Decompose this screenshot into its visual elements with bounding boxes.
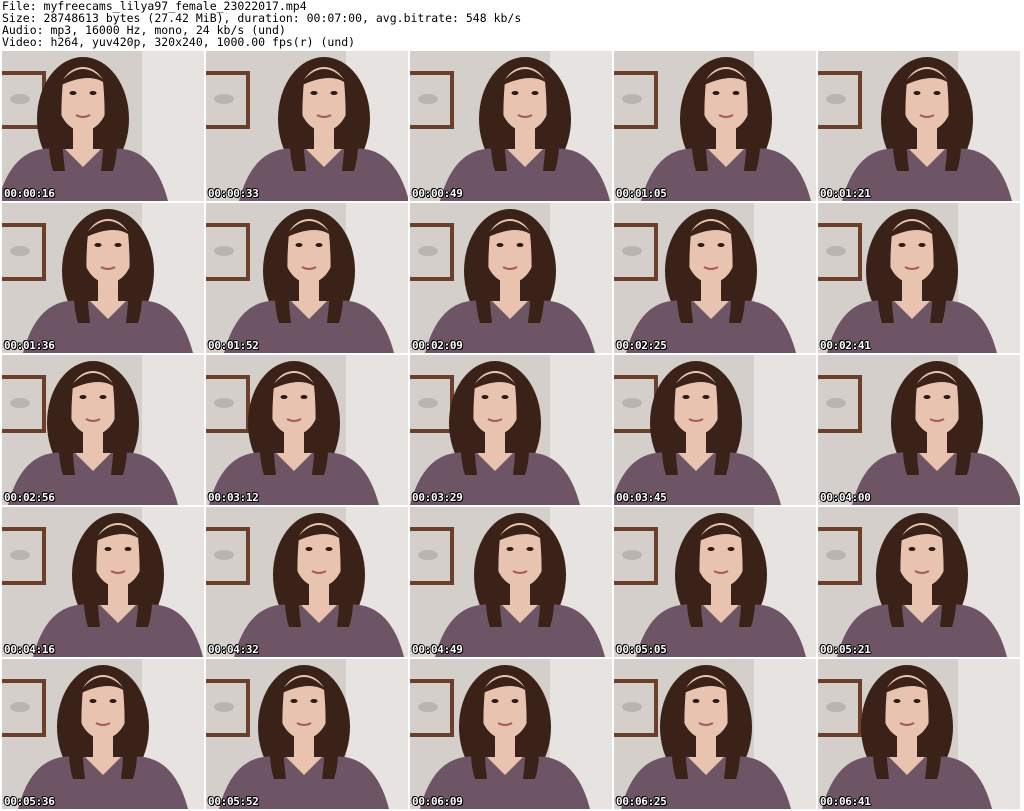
thumbnail-frame-image bbox=[818, 355, 1020, 505]
video-thumbnail: 00:04:49 bbox=[410, 507, 612, 657]
video-thumbnail: 00:02:25 bbox=[614, 203, 816, 353]
thumbnail-timestamp: 00:04:32 bbox=[208, 643, 259, 656]
thumbnail-frame-image bbox=[2, 51, 204, 201]
video-thumbnail: 00:00:33 bbox=[206, 51, 408, 201]
thumbnail-frame-image bbox=[410, 659, 612, 809]
video-thumbnail: 00:05:21 bbox=[818, 507, 1020, 657]
video-line: Video: h264, yuv420p, 320x240, 1000.00 f… bbox=[2, 35, 356, 49]
thumbnail-grid: 00:00:16 00:00:33 00:00:49 00:01:05 00:01:21… bbox=[2, 51, 1022, 811]
thumbnail-frame-image bbox=[818, 51, 1020, 201]
video-thumbnail: 00:05:36 bbox=[2, 659, 204, 809]
video-thumbnail: 00:06:09 bbox=[410, 659, 612, 809]
thumbnail-timestamp: 00:01:52 bbox=[208, 339, 259, 352]
thumbnail-frame-image bbox=[206, 203, 408, 353]
thumbnail-timestamp: 00:00:16 bbox=[4, 187, 55, 200]
thumbnail-frame-image bbox=[410, 507, 612, 657]
thumbnail-timestamp: 00:02:09 bbox=[412, 339, 463, 352]
video-thumbnail: 00:03:45 bbox=[614, 355, 816, 505]
thumbnail-frame-image bbox=[614, 203, 816, 353]
thumbnail-timestamp: 00:02:56 bbox=[4, 491, 55, 504]
video-thumbnail: 00:01:05 bbox=[614, 51, 816, 201]
thumbnail-timestamp: 00:00:49 bbox=[412, 187, 463, 200]
thumbnail-frame-image bbox=[410, 51, 612, 201]
thumbnail-frame-image bbox=[206, 355, 408, 505]
thumbnail-frame-image bbox=[614, 659, 816, 809]
video-thumbnail: 00:00:16 bbox=[2, 51, 204, 201]
thumbnail-timestamp: 00:02:41 bbox=[820, 339, 871, 352]
video-thumbnail: 00:03:29 bbox=[410, 355, 612, 505]
video-thumbnail: 00:06:25 bbox=[614, 659, 816, 809]
thumbnail-frame-image bbox=[410, 355, 612, 505]
thumbnail-frame-image bbox=[206, 507, 408, 657]
thumbnail-frame-image bbox=[2, 659, 204, 809]
thumbnail-timestamp: 00:01:21 bbox=[820, 187, 871, 200]
video-thumbnail: 00:00:49 bbox=[410, 51, 612, 201]
thumbnail-timestamp: 00:01:05 bbox=[616, 187, 667, 200]
video-thumbnail: 00:06:41 bbox=[818, 659, 1020, 809]
thumbnail-frame-image bbox=[2, 203, 204, 353]
video-thumbnail: 00:02:56 bbox=[2, 355, 204, 505]
video-thumbnail: 00:05:52 bbox=[206, 659, 408, 809]
thumbnail-timestamp: 00:06:09 bbox=[412, 795, 463, 808]
thumbnail-frame-image bbox=[818, 659, 1020, 809]
thumbnail-timestamp: 00:04:49 bbox=[412, 643, 463, 656]
video-thumbnail: 00:01:52 bbox=[206, 203, 408, 353]
thumbnail-timestamp: 00:06:25 bbox=[616, 795, 667, 808]
video-thumbnail: 00:04:16 bbox=[2, 507, 204, 657]
thumbnail-timestamp: 00:03:29 bbox=[412, 491, 463, 504]
thumbnail-timestamp: 00:04:16 bbox=[4, 643, 55, 656]
thumbnail-timestamp: 00:05:36 bbox=[4, 795, 55, 808]
thumbnail-timestamp: 00:04:00 bbox=[820, 491, 871, 504]
thumbnail-timestamp: 00:00:33 bbox=[208, 187, 259, 200]
thumbnail-timestamp: 00:02:25 bbox=[616, 339, 667, 352]
thumbnail-frame-image bbox=[614, 355, 816, 505]
thumbnail-frame-image bbox=[614, 51, 816, 201]
video-thumbnail: 00:01:36 bbox=[2, 203, 204, 353]
thumbnail-frame-image bbox=[818, 507, 1020, 657]
thumbnail-frame-image bbox=[818, 203, 1020, 353]
thumbnail-timestamp: 00:06:41 bbox=[820, 795, 871, 808]
thumbnail-frame-image bbox=[2, 355, 204, 505]
thumbnail-frame-image bbox=[2, 507, 204, 657]
file-info-header: File: myfreecams_lilya97_female_23022017… bbox=[2, 0, 1022, 50]
thumbnail-frame-image bbox=[206, 659, 408, 809]
video-thumbnail: 00:03:12 bbox=[206, 355, 408, 505]
video-thumbnail: 00:02:09 bbox=[410, 203, 612, 353]
thumbnail-timestamp: 00:03:12 bbox=[208, 491, 259, 504]
thumbnail-timestamp: 00:01:36 bbox=[4, 339, 55, 352]
video-thumbnail: 00:04:32 bbox=[206, 507, 408, 657]
video-thumbnail: 00:02:41 bbox=[818, 203, 1020, 353]
video-thumbnail: 00:04:00 bbox=[818, 355, 1020, 505]
thumbnail-frame-image bbox=[206, 51, 408, 201]
thumbnail-timestamp: 00:05:05 bbox=[616, 643, 667, 656]
thumbnail-timestamp: 00:05:52 bbox=[208, 795, 259, 808]
thumbnail-timestamp: 00:03:45 bbox=[616, 491, 667, 504]
video-thumbnail: 00:05:05 bbox=[614, 507, 816, 657]
thumbnail-frame-image bbox=[410, 203, 612, 353]
thumbnail-timestamp: 00:05:21 bbox=[820, 643, 871, 656]
thumbnail-frame-image bbox=[614, 507, 816, 657]
video-thumbnail: 00:01:21 bbox=[818, 51, 1020, 201]
